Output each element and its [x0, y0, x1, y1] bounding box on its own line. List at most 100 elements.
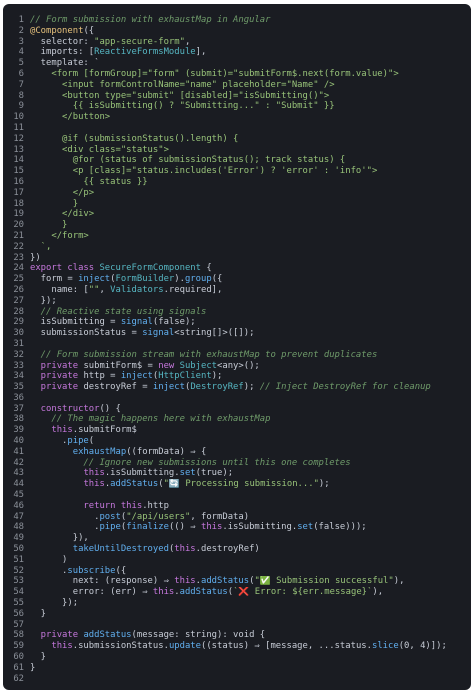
code-line[interactable]: 25 form = inject(FormBuilder).group({: [3, 274, 471, 285]
code-line[interactable]: 50 takeUntilDestroyed(this.destroyRef): [3, 544, 471, 555]
code-line[interactable]: 27 });: [3, 296, 471, 307]
code-line[interactable]: 3 selector: "app-secure-form",: [3, 37, 471, 48]
code-token: this: [201, 522, 223, 533]
line-text: <div class="status">: [30, 145, 471, 156]
code-line[interactable]: 7 <input formControlName="name" placehol…: [3, 80, 471, 91]
code-line[interactable]: 11: [3, 123, 471, 134]
code-line[interactable]: 43 this.isSubmitting.set(true);: [3, 468, 471, 479]
line-text: }: [30, 663, 471, 674]
code-token: private: [30, 630, 84, 641]
code-line[interactable]: 57: [3, 620, 471, 631]
code-line[interactable]: 30 submissionStatus = signal<string[]>([…: [3, 328, 471, 339]
code-line[interactable]: 10 </button>: [3, 112, 471, 123]
code-line[interactable]: 42 // Ignore new submissions until this …: [3, 458, 471, 469]
code-line[interactable]: 21 </form>: [3, 231, 471, 242]
code-line[interactable]: 8 <button type="submit" [disabled]="isSu…: [3, 91, 471, 102]
code-token: imports: [: [30, 47, 95, 58]
code-line[interactable]: 29 isSubmitting = signal(false);: [3, 317, 471, 328]
line-text: .post("/api/users", formData): [30, 512, 471, 523]
code-token: set: [179, 468, 196, 479]
code-token: inject: [152, 382, 185, 393]
line-text: [30, 339, 471, 350]
code-line[interactable]: 1 // Form submission with exhaustMap in A…: [3, 15, 471, 26]
line-text: this.submitForm$: [30, 425, 471, 436]
line-number: 13: [13, 144, 24, 155]
code-editor[interactable]: 1 // Form submission with exhaustMap in A…: [3, 4, 471, 690]
code-area[interactable]: 1 // Form submission with exhaustMap in A…: [3, 15, 471, 684]
line-number: 4: [18, 47, 24, 58]
code-line[interactable]: 34 private http = inject(HttpClient);: [3, 371, 471, 382]
code-line[interactable]: 22 `,: [3, 242, 471, 253]
code-line[interactable]: 18 }: [3, 199, 471, 210]
code-line[interactable]: 17 </p>: [3, 188, 471, 199]
code-token: pipe: [67, 436, 89, 447]
code-line[interactable]: 14 @for (status of submissionStatus(); t…: [3, 155, 471, 166]
code-line[interactable]: 53 next: (response) ⇒ this.addStatus("✅ …: [3, 576, 471, 587]
code-token: this: [174, 544, 196, 555]
code-line[interactable]: 32 // Form submission stream with exhaus…: [3, 350, 471, 361]
code-token: <string[]>([]);: [174, 328, 255, 339]
line-number: 52: [13, 565, 24, 576]
code-line[interactable]: 23}): [3, 253, 471, 264]
code-line[interactable]: 26 name: ["", Validators.required],: [3, 285, 471, 296]
code-line[interactable]: 62: [3, 674, 471, 685]
code-line[interactable]: 38 // The magic happens here with exhaus…: [3, 414, 471, 425]
code-line[interactable]: 39 this.submitForm$: [3, 425, 471, 436]
code-token: ((formData) ⇒ {: [126, 446, 207, 457]
line-text: {{ isSubmitting() ? "Submitting..." : "S…: [30, 101, 471, 112]
code-line[interactable]: 13 <div class="status">: [3, 145, 471, 156]
code-line[interactable]: 51 ): [3, 555, 471, 566]
code-line[interactable]: 4 imports: [ReactiveFormsModule],: [3, 47, 471, 58]
line-number: 11: [13, 122, 24, 133]
code-token: post: [99, 511, 121, 522]
code-token: }: [30, 652, 47, 663]
code-token: </button>: [30, 112, 111, 123]
line-text: @if (submissionStatus().length) {: [30, 134, 471, 145]
code-line[interactable]: 61}: [3, 663, 471, 674]
code-line[interactable]: 20 }: [3, 220, 471, 231]
code-line[interactable]: 49 }),: [3, 533, 471, 544]
line-number: 51: [13, 554, 24, 565]
line-text: });: [30, 296, 471, 307]
code-line[interactable]: 52 .subscribe({: [3, 566, 471, 577]
code-line[interactable]: 58 private addStatus(message: string): v…: [3, 630, 471, 641]
code-line[interactable]: 16 {{ status }}: [3, 177, 471, 188]
code-token: <button type="submit" [disabled]="isSubm…: [30, 90, 330, 101]
line-number: 2: [18, 25, 24, 36]
code-token: );: [318, 479, 330, 490]
code-line[interactable]: 35 private destroyRef = inject(DestroyRe…: [3, 382, 471, 393]
code-line[interactable]: 41 exhaustMap((formData) ⇒ {: [3, 447, 471, 458]
code-line[interactable]: 33 private submitForm$ = new Subject<any…: [3, 361, 471, 372]
code-line[interactable]: 56 }: [3, 609, 471, 620]
code-token: inject: [120, 371, 153, 382]
code-line[interactable]: 60 }: [3, 652, 471, 663]
code-line[interactable]: 44 this.addStatus("🔄 Processing submissi…: [3, 479, 471, 490]
code-token: selector:: [30, 36, 95, 47]
code-line[interactable]: 12 @if (submissionStatus().length) {: [3, 134, 471, 145]
code-line[interactable]: 31: [3, 339, 471, 350]
code-line[interactable]: 6 <form [formGroup]="form" (submit)="sub…: [3, 69, 471, 80]
code-line[interactable]: 47 .post("/api/users", formData): [3, 512, 471, 523]
code-line[interactable]: 19 </div>: [3, 209, 471, 220]
code-token: <div class="status">: [30, 144, 169, 155]
line-text: template: `: [30, 58, 471, 69]
line-number: 1: [18, 15, 24, 25]
code-line[interactable]: 2 @Component({: [3, 26, 471, 37]
code-line[interactable]: 9 {{ isSubmitting() ? "Submitting..." : …: [3, 101, 471, 112]
code-line[interactable]: 37 constructor() {: [3, 404, 471, 415]
code-line[interactable]: 40 .pipe(: [3, 436, 471, 447]
code-line[interactable]: 36: [3, 393, 471, 404]
code-line[interactable]: 46 return this.http: [3, 501, 471, 512]
code-line[interactable]: 15 <p [class]="status.includes('Error') …: [3, 166, 471, 177]
code-line[interactable]: 54 error: (err) ⇒ this.addStatus(`❌ Erro…: [3, 587, 471, 598]
code-line[interactable]: 5 template: `: [3, 58, 471, 69]
code-line[interactable]: 24 export class SecureFormComponent {: [3, 263, 471, 274]
code-line[interactable]: 55 });: [3, 598, 471, 609]
code-line[interactable]: 59 this.submissionStatus.update((status)…: [3, 641, 471, 652]
code-token: Validators: [110, 284, 164, 295]
code-line[interactable]: 28 // Reactive state using signals: [3, 307, 471, 318]
code-line[interactable]: 45: [3, 490, 471, 501]
code-line[interactable]: 48 .pipe(finalize(() ⇒ this.isSubmitting…: [3, 522, 471, 533]
code-token: .destroyRef): [195, 544, 260, 555]
